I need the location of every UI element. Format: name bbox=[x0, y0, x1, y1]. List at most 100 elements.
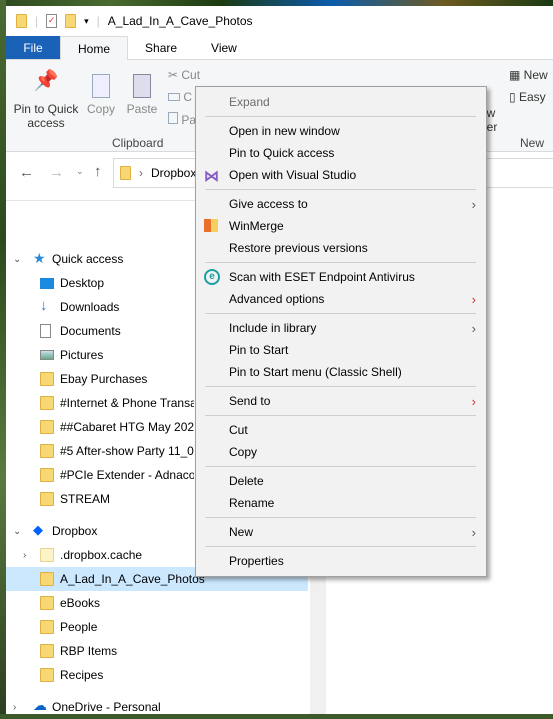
menu-item-pin-start[interactable]: Pin to Start bbox=[196, 339, 486, 361]
dropbox-icon: ◆ bbox=[33, 522, 43, 537]
back-icon[interactable]: ← bbox=[19, 164, 34, 181]
menu-separator bbox=[205, 262, 476, 263]
chevron-right-icon[interactable]: › bbox=[13, 702, 16, 713]
clipboard-group-label: Clipboard bbox=[112, 136, 164, 150]
pin-quick-access-button[interactable]: 📌 Pin to Quick access bbox=[10, 70, 82, 130]
menu-item-open-new-window[interactable]: Open in new window bbox=[196, 120, 486, 142]
menu-item-new[interactable]: New › bbox=[196, 521, 486, 543]
menu-item-advanced[interactable]: Advanced options › bbox=[196, 288, 486, 310]
nav-onedrive[interactable]: › ☁ OneDrive - Personal bbox=[6, 695, 308, 719]
menu-item-give-access[interactable]: Give access to › bbox=[196, 193, 486, 215]
download-arrow-icon: ↓ bbox=[40, 297, 48, 314]
winmerge-icon bbox=[204, 219, 218, 232]
nav-item-folder[interactable]: Recipes bbox=[6, 663, 308, 687]
window-title: A_Lad_In_A_Cave_Photos bbox=[107, 14, 253, 28]
new-group-label: New bbox=[520, 136, 545, 150]
copy-icon bbox=[92, 74, 110, 98]
new-item-icon: ▦ bbox=[509, 68, 524, 82]
title-bar: | ✓ ▾ | A_Lad_In_A_Cave_Photos bbox=[6, 6, 553, 36]
forward-icon[interactable]: → bbox=[49, 164, 64, 181]
folder-icon bbox=[40, 444, 54, 458]
menu-separator bbox=[205, 386, 476, 387]
cut-button[interactable]: ✂ Cut bbox=[168, 68, 200, 82]
divider: | bbox=[96, 14, 100, 28]
submenu-arrow-icon: › bbox=[471, 393, 476, 409]
menu-separator bbox=[205, 517, 476, 518]
menu-item-include-library[interactable]: Include in library › bbox=[196, 317, 486, 339]
tab-file[interactable]: File bbox=[6, 36, 60, 59]
easy-access-button[interactable]: ▯ Easy bbox=[509, 90, 546, 104]
menu-item-expand[interactable]: Expand bbox=[196, 91, 486, 113]
paste-shortcut-button[interactable]: Pa bbox=[168, 112, 196, 127]
properties-qat-icon[interactable]: ✓ bbox=[46, 14, 58, 28]
folder-icon bbox=[40, 468, 54, 482]
menu-separator bbox=[205, 313, 476, 314]
menu-item-eset[interactable]: e Scan with ESET Endpoint Antivirus bbox=[196, 266, 486, 288]
submenu-arrow-icon: › bbox=[471, 291, 476, 307]
submenu-arrow-icon: › bbox=[471, 320, 476, 336]
chevron-down-icon[interactable]: ⌄ bbox=[13, 526, 21, 537]
menu-separator bbox=[205, 116, 476, 117]
visual-studio-icon: ⋈ bbox=[204, 168, 219, 185]
up-icon[interactable]: ↑ bbox=[94, 163, 102, 180]
qat-dropdown-icon[interactable]: ▾ bbox=[84, 16, 89, 27]
document-icon bbox=[40, 324, 51, 338]
chevron-right-icon[interactable]: › bbox=[23, 550, 26, 561]
new-item-button[interactable]: ▦ New bbox=[509, 68, 548, 82]
tab-home[interactable]: Home bbox=[60, 36, 129, 61]
menu-separator bbox=[205, 415, 476, 416]
desktop-icon bbox=[40, 278, 54, 289]
folder-icon bbox=[40, 668, 54, 682]
menu-item-properties[interactable]: Properties bbox=[196, 550, 486, 572]
folder-icon bbox=[40, 492, 54, 506]
menu-item-pin-start-classic[interactable]: Pin to Start menu (Classic Shell) bbox=[196, 361, 486, 383]
nav-item-folder[interactable]: People bbox=[6, 615, 308, 639]
folder-icon bbox=[40, 548, 54, 562]
ribbon-tabs: File Home Share View bbox=[6, 36, 553, 61]
folder-icon bbox=[16, 14, 27, 28]
folder-icon bbox=[40, 596, 54, 610]
chevron-down-icon[interactable]: ⌄ bbox=[13, 254, 21, 265]
folder-icon bbox=[40, 644, 54, 658]
paste-button[interactable]: Paste bbox=[124, 74, 160, 116]
menu-separator bbox=[205, 546, 476, 547]
menu-item-delete[interactable]: Delete bbox=[196, 470, 486, 492]
context-menu: Expand Open in new window Pin to Quick acc… bbox=[195, 86, 487, 577]
divider: | bbox=[35, 14, 39, 28]
folder-icon bbox=[120, 166, 131, 180]
menu-item-restore[interactable]: Restore previous versions bbox=[196, 237, 486, 259]
tab-share[interactable]: Share bbox=[128, 36, 194, 59]
menu-separator bbox=[205, 466, 476, 467]
menu-separator bbox=[205, 189, 476, 190]
submenu-arrow-icon: › bbox=[471, 524, 476, 540]
easy-access-icon: ▯ bbox=[509, 90, 519, 104]
nav-item-folder[interactable]: eBooks bbox=[6, 591, 308, 615]
menu-item-pin-quick[interactable]: Pin to Quick access bbox=[196, 142, 486, 164]
pin-icon: 📌 bbox=[33, 70, 59, 92]
breadcrumb-separator-icon: › bbox=[139, 166, 143, 180]
star-icon: ★ bbox=[33, 250, 46, 266]
menu-item-open-vs[interactable]: ⋈ Open with Visual Studio bbox=[196, 164, 486, 186]
tab-view[interactable]: View bbox=[194, 36, 254, 59]
submenu-arrow-icon: › bbox=[471, 196, 476, 212]
folder-icon bbox=[40, 372, 54, 386]
eset-icon: e bbox=[204, 269, 220, 285]
copy-path-icon bbox=[168, 93, 180, 101]
pictures-icon bbox=[40, 350, 54, 360]
new-folder-qat-icon[interactable] bbox=[65, 14, 77, 28]
recent-dropdown-icon[interactable]: ⌄ bbox=[76, 166, 84, 177]
copy-button[interactable]: Copy bbox=[84, 74, 118, 116]
clipboard-icon bbox=[133, 74, 151, 98]
copy-path-button[interactable]: C bbox=[168, 90, 192, 104]
folder-icon bbox=[40, 620, 54, 634]
menu-item-copy[interactable]: Copy bbox=[196, 441, 486, 463]
folder-icon bbox=[40, 572, 54, 586]
breadcrumb-dropbox[interactable]: Dropbox bbox=[151, 166, 196, 180]
menu-item-send-to[interactable]: Send to › bbox=[196, 390, 486, 412]
shortcut-icon bbox=[168, 112, 178, 124]
nav-item-folder[interactable]: RBP Items bbox=[6, 639, 308, 663]
menu-item-cut[interactable]: Cut bbox=[196, 419, 486, 441]
folder-icon bbox=[40, 420, 54, 434]
menu-item-rename[interactable]: Rename bbox=[196, 492, 486, 514]
menu-item-winmerge[interactable]: WinMerge bbox=[196, 215, 486, 237]
